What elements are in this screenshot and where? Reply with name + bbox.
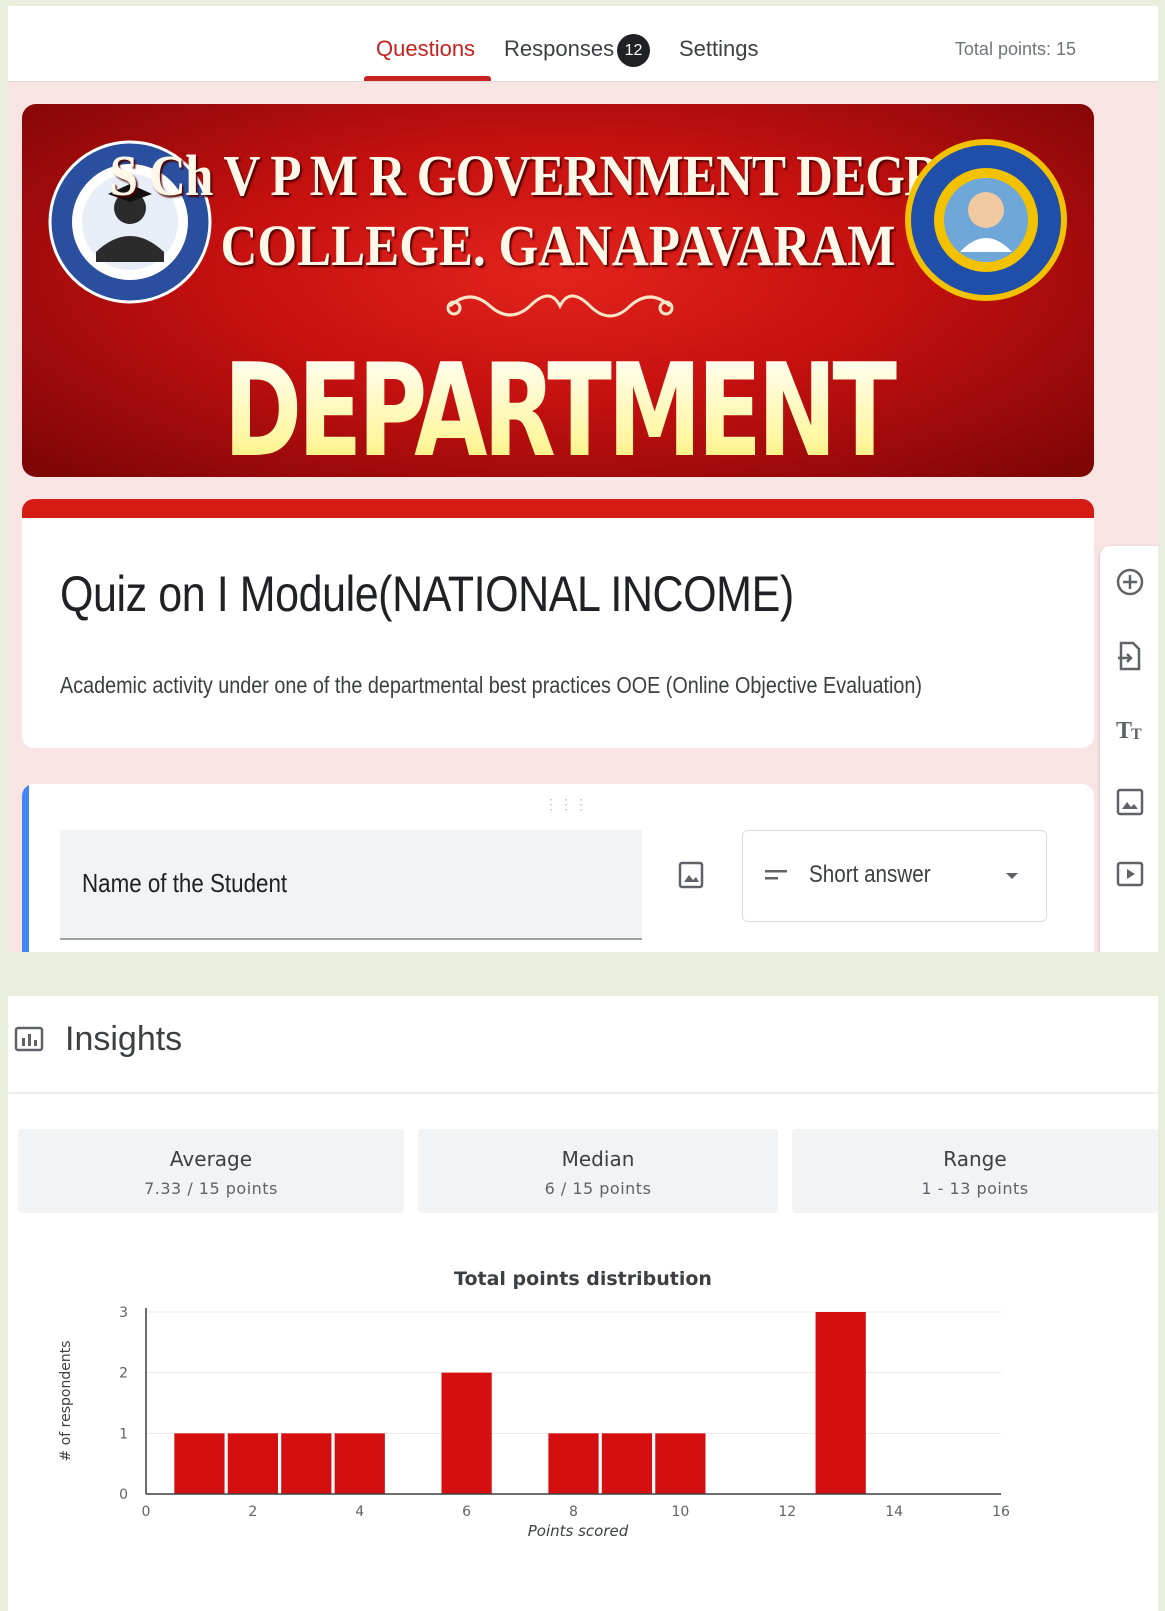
chart-bar[interactable] [815, 1312, 866, 1494]
chart-y-ticks: 0 1 2 3 [119, 1305, 128, 1503]
question-type-dropdown[interactable]: Short answer [742, 830, 1047, 922]
college-emblem-icon [905, 139, 1067, 301]
question-card[interactable]: ⋮⋮⋮ Name of the Student Short answer [22, 784, 1094, 952]
stat-average-value: 7.33 / 15 points [144, 1179, 278, 1198]
stat-average-card: Average 7.33 / 15 points [18, 1129, 404, 1213]
short-answer-icon [765, 870, 787, 880]
tab-bar: Questions Responses 12 Settings Total po… [8, 6, 1158, 82]
add-image-icon[interactable] [1114, 786, 1146, 818]
add-question-icon[interactable] [1114, 566, 1146, 598]
insights-chart-icon [14, 1026, 44, 1052]
y-tick-label: 1 [119, 1426, 128, 1442]
y-tick-label: 0 [119, 1487, 128, 1503]
x-tick-label: 8 [569, 1504, 578, 1520]
add-image-icon[interactable] [678, 860, 704, 890]
question-title-input[interactable]: Name of the Student [60, 830, 642, 940]
svg-text:T: T [1116, 718, 1132, 744]
tab-questions[interactable]: Questions [376, 36, 475, 62]
stat-range-card: Range 1 - 13 points [792, 1129, 1158, 1213]
stat-range-label: Range [943, 1147, 1007, 1171]
x-tick-label: 14 [885, 1504, 903, 1520]
chart-bar[interactable] [601, 1433, 653, 1494]
banner-department-title: DEPARTMENT OF ECONOMICS [161, 342, 954, 478]
svg-text:T: T [1131, 726, 1142, 743]
header-banner-image: S Ch V P M R GOVERNMENT DEGREE COLLEGE. … [22, 104, 1094, 477]
insights-header: Insights [8, 996, 1158, 1094]
question-title-text: Name of the Student [82, 868, 288, 898]
chart-title: Total points distribution [454, 1268, 712, 1290]
form-editor-panel: Questions Responses 12 Settings Total po… [8, 6, 1158, 952]
form-title[interactable]: Quiz on I Module(NATIONAL INCOME) [60, 565, 794, 623]
x-tick-label: 6 [462, 1504, 471, 1520]
chart-bar[interactable] [334, 1433, 385, 1494]
active-tab-indicator [364, 76, 491, 81]
x-tick-label: 10 [671, 1504, 689, 1520]
chart-bar[interactable] [227, 1433, 278, 1494]
chart-grid [146, 1311, 1001, 1434]
chart-bar[interactable] [174, 1433, 225, 1494]
form-description[interactable]: Academic activity under one of the depar… [60, 672, 922, 699]
banner-college-line-2: COLLEGE. GANAPAVARAM [220, 213, 896, 278]
x-axis-label: Points scored [528, 1522, 629, 1540]
chart-bar[interactable] [548, 1433, 599, 1494]
import-questions-icon[interactable] [1114, 640, 1146, 672]
chart-bar[interactable] [655, 1433, 706, 1494]
side-toolbar: T T [1100, 546, 1158, 952]
add-video-icon[interactable] [1114, 858, 1146, 890]
x-tick-label: 16 [992, 1504, 1010, 1520]
banner-college-line-1: S Ch V P M R GOVERNMENT DEGREE [109, 143, 1008, 208]
question-focus-indicator [22, 784, 29, 952]
x-tick-label: 0 [142, 1504, 151, 1520]
tab-responses[interactable]: Responses [504, 36, 614, 62]
chart-bar[interactable] [441, 1372, 492, 1494]
y-tick-label: 3 [119, 1305, 128, 1321]
x-tick-label: 2 [248, 1504, 257, 1520]
insights-title: Insights [65, 1020, 183, 1058]
chevron-down-icon [1006, 873, 1018, 879]
stat-median-label: Median [561, 1147, 635, 1171]
responses-count-badge: 12 [617, 34, 650, 67]
tab-settings[interactable]: Settings [679, 36, 759, 62]
stat-median-card: Median 6 / 15 points [418, 1129, 778, 1213]
insights-panel: Insights Average 7.33 / 15 points Median… [8, 996, 1158, 1611]
chart-bars [174, 1312, 866, 1494]
stat-range-value: 1 - 13 points [921, 1179, 1029, 1198]
ornament-flourish-icon [446, 294, 674, 318]
stat-median-value: 6 / 15 points [544, 1179, 652, 1198]
x-tick-label: 4 [355, 1504, 364, 1520]
add-title-icon[interactable]: T T [1114, 712, 1146, 744]
points-distribution-chart: 0 2 4 6 8 10 12 14 16 0123 Points scored # of re… [58, 1305, 1010, 1540]
y-tick-label: 2 [119, 1366, 128, 1382]
x-tick-label: 12 [778, 1504, 796, 1520]
total-points: Total points: 15 [954, 39, 1076, 59]
drag-handle-icon[interactable]: ⋮⋮⋮ [544, 796, 589, 813]
stat-average-label: Average [169, 1147, 253, 1171]
form-title-card[interactable]: Quiz on I Module(NATIONAL INCOME) Academ… [22, 499, 1094, 748]
title-card-accent-bar [22, 499, 1094, 518]
chart-bar[interactable] [281, 1433, 332, 1494]
chart-x-ticks: 0 2 4 6 8 10 12 14 16 [142, 1504, 1010, 1520]
y-axis-label: # of respondents [58, 1341, 74, 1462]
question-type-label: Short answer [809, 861, 931, 888]
